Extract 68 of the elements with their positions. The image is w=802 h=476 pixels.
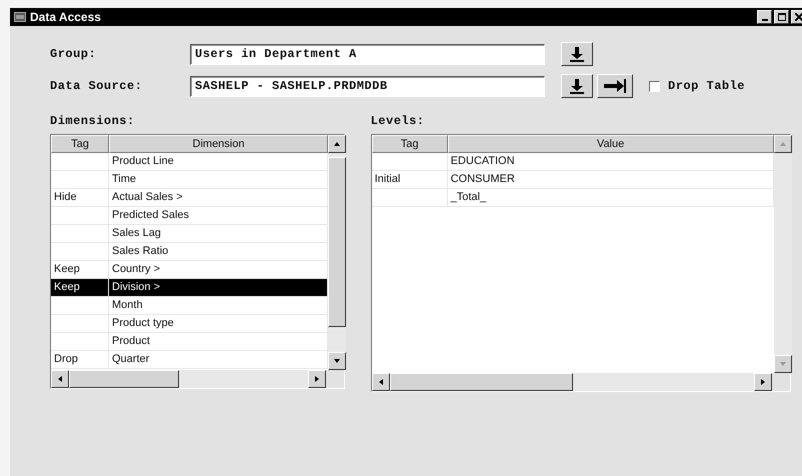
table-row[interactable]: Time: [51, 171, 328, 189]
levels-heading: Levels:: [370, 113, 426, 130]
scroll-up-button[interactable]: [774, 135, 792, 153]
column-header[interactable]: Tag: [51, 135, 109, 153]
left-arrow-icon: [56, 375, 64, 383]
table-row[interactable]: Initial CONSUMER: [372, 171, 774, 189]
window-icon: [14, 12, 26, 22]
table-row[interactable]: Product Line: [51, 153, 328, 171]
horizontal-scrollbar[interactable]: [372, 373, 772, 391]
table-row[interactable]: Keep Division >: [51, 279, 328, 297]
table-row[interactable]: EDUCATION: [372, 153, 774, 171]
table-row[interactable]: Predicted Sales: [51, 207, 328, 225]
right-arrow-icon: [758, 378, 767, 386]
data-source-field[interactable]: SASHELP - SASHELP.PRDMDDB: [190, 76, 545, 96]
group-dropdown-button[interactable]: [561, 42, 593, 66]
scroll-left-button[interactable]: [51, 370, 69, 388]
right-arrow-icon: [313, 375, 322, 383]
close-icon: [794, 13, 802, 21]
data-source-dropdown-button[interactable]: [561, 74, 593, 98]
drop-table-label: Drop Table: [668, 78, 746, 95]
scroll-down-button[interactable]: [774, 355, 792, 373]
minimize-button[interactable]: [757, 10, 772, 24]
up-arrow-icon: [778, 140, 787, 148]
drop-table-checkbox[interactable]: [649, 80, 660, 92]
maximize-icon: [778, 13, 786, 21]
arrow-to-end-button[interactable]: [597, 74, 633, 98]
vertical-scrollbar[interactable]: [328, 135, 346, 370]
left-arrow-icon: [376, 378, 385, 386]
up-arrow-icon: [333, 140, 341, 148]
scroll-right-button[interactable]: [308, 370, 326, 388]
tag-cell: Keep: [51, 279, 109, 297]
tag-cell: Initial: [372, 171, 448, 189]
scroll-thumb[interactable]: [390, 373, 573, 391]
column-header[interactable]: Tag: [372, 135, 448, 153]
horizontal-scrollbar[interactable]: [51, 370, 326, 388]
tag-cell: Hide: [51, 189, 109, 207]
scrollbar-corner: [326, 370, 344, 388]
table-row[interactable]: Product type: [51, 315, 328, 333]
down-arrow-icon: [778, 360, 787, 368]
scroll-thumb[interactable]: [69, 370, 179, 388]
data-source-label: Data Source:: [50, 78, 144, 95]
column-header[interactable]: Dimension: [109, 135, 328, 153]
scroll-thumb[interactable]: [328, 157, 346, 327]
scroll-down-button[interactable]: [328, 352, 346, 370]
table-row[interactable]: Month: [51, 297, 328, 315]
table-row[interactable]: Product: [51, 333, 328, 351]
right-arrow-to-bar-icon: [603, 78, 627, 94]
table-row[interactable]: Sales Lag: [51, 225, 328, 243]
dimensions-heading: Dimensions:: [50, 113, 136, 130]
table-row[interactable]: _Total_: [372, 189, 774, 207]
scroll-up-button[interactable]: [328, 135, 346, 153]
table-row[interactable]: Sales Ratio: [51, 243, 328, 261]
window-title: Data Access: [30, 10, 101, 24]
column-header[interactable]: Value: [448, 135, 774, 153]
down-arrow-to-bar-icon: [569, 46, 585, 62]
group-label: Group:: [50, 46, 98, 63]
scrollbar-corner: [772, 373, 790, 391]
scroll-left-button[interactable]: [372, 373, 390, 391]
table-row[interactable]: Hide Actual Sales >: [51, 189, 328, 207]
maximize-button[interactable]: [774, 10, 789, 24]
group-field[interactable]: Users in Department A: [190, 44, 545, 64]
close-button[interactable]: [791, 10, 802, 24]
vertical-scrollbar[interactable]: [774, 135, 792, 373]
down-arrow-to-bar-icon: [569, 78, 585, 94]
table-row[interactable]: Drop Quarter: [51, 351, 328, 369]
scroll-right-button[interactable]: [754, 373, 772, 391]
down-arrow-icon: [333, 357, 341, 365]
tag-cell: Drop: [51, 351, 109, 369]
